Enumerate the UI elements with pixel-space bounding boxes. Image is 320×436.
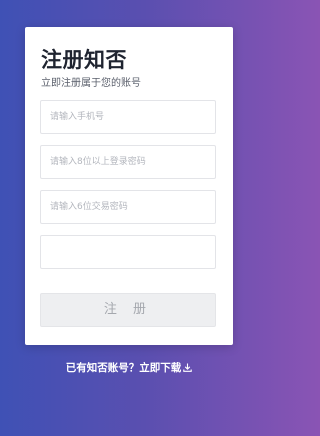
captcha-input[interactable] xyxy=(40,235,216,269)
page-subtitle: 立即注册属于您的账号 xyxy=(41,78,141,89)
register-card: 注册知否 立即注册属于您的账号 注 册 xyxy=(25,27,233,345)
download-link[interactable]: 立即下载 xyxy=(139,362,192,374)
phone-input[interactable] xyxy=(40,100,216,134)
footer-links: 已有知否账号？立即下载 xyxy=(0,360,258,375)
download-label: 立即下载 xyxy=(139,362,182,374)
download-icon xyxy=(183,363,192,375)
register-button[interactable]: 注 册 xyxy=(40,293,216,327)
trade-password-input[interactable] xyxy=(40,190,216,224)
login-password-input[interactable] xyxy=(40,145,216,179)
page-title: 注册知否 xyxy=(41,48,127,72)
existing-account-prompt: 已有知否账号？ xyxy=(65,362,140,374)
